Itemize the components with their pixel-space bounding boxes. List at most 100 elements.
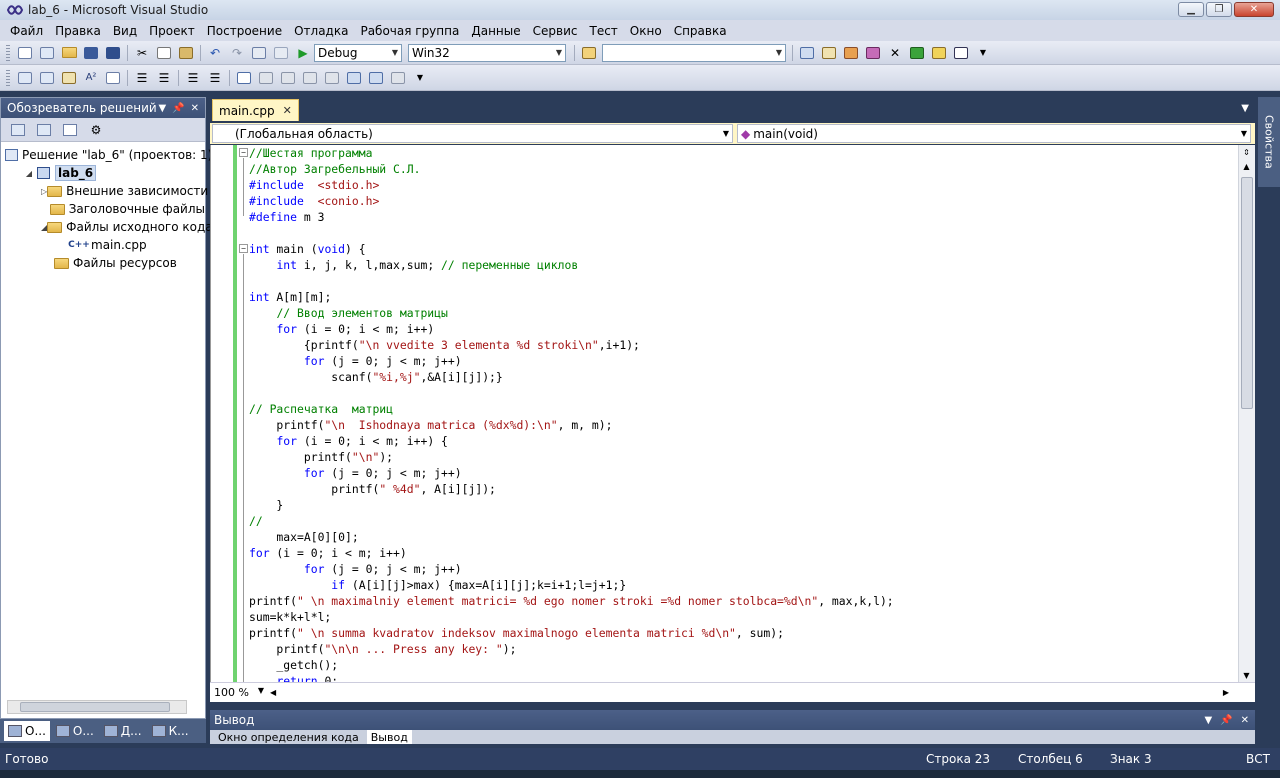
tab-solution-explorer[interactable]: О...	[4, 721, 50, 741]
tools-icon[interactable]: ✕	[885, 44, 905, 62]
close-tab-icon[interactable]: ✕	[283, 104, 292, 117]
tree-node[interactable]: C++ main.cpp	[1, 236, 205, 254]
scroll-left-icon[interactable]: ◀	[270, 688, 276, 697]
find-in-files-icon[interactable]	[579, 44, 599, 62]
find-combo[interactable]: ▼	[602, 43, 786, 62]
panel-dropdown-icon[interactable]: ▼	[1204, 715, 1212, 726]
comment-lines-icon[interactable]: ☰	[183, 69, 203, 87]
tree-node[interactable]: ◢ Файлы исходного кода	[1, 218, 213, 236]
uncomment-lines-icon[interactable]: ☰	[205, 69, 225, 87]
navigate-forward-icon[interactable]	[271, 44, 291, 62]
object-browser-icon[interactable]	[841, 44, 861, 62]
menu-file[interactable]: Файл	[4, 24, 49, 38]
toolbar-grip[interactable]	[6, 69, 10, 86]
scope-select[interactable]: (Глобальная область) ▼	[212, 124, 733, 143]
tree-expander-icon[interactable]: ◢	[23, 169, 35, 178]
open-file-icon[interactable]	[59, 44, 79, 62]
start-page-icon[interactable]	[907, 44, 927, 62]
tab-output[interactable]: Вывод	[366, 730, 412, 744]
close-window-button[interactable]: ✕	[1234, 2, 1274, 17]
menu-edit[interactable]: Правка	[49, 24, 107, 38]
restore-button[interactable]: ❐	[1206, 2, 1232, 17]
display-word-icon[interactable]	[103, 69, 123, 87]
new-project-icon[interactable]	[15, 44, 35, 62]
pin-icon[interactable]: 📌	[1220, 715, 1232, 726]
refresh-icon[interactable]	[35, 122, 53, 138]
menu-build[interactable]: Построение	[201, 24, 288, 38]
quick-info-icon[interactable]	[59, 69, 79, 87]
close-panel-icon[interactable]: ✕	[191, 103, 199, 114]
menu-tools[interactable]: Сервис	[527, 24, 584, 38]
tab-property-manager[interactable]: Д...	[100, 721, 146, 741]
tree-node[interactable]: ▷ Внешние зависимости	[1, 182, 208, 200]
increase-indent-icon[interactable]: ☰	[154, 69, 174, 87]
toolbox-icon[interactable]	[863, 44, 883, 62]
toolbar-options-icon[interactable]: ▼	[973, 44, 993, 62]
solution-platform-select[interactable]: Win32 ▼	[408, 43, 566, 62]
vertical-scrollbar[interactable]: ⇕ ▲ ▼	[1238, 145, 1255, 682]
zoom-select[interactable]: 100 % ▼	[210, 686, 268, 699]
copy-icon[interactable]	[154, 44, 174, 62]
menu-help[interactable]: Справка	[668, 24, 733, 38]
menu-team[interactable]: Рабочая группа	[354, 24, 465, 38]
solution-explorer-icon[interactable]	[797, 44, 817, 62]
scroll-right-icon[interactable]: ▶	[1223, 688, 1229, 697]
solution-configuration-select[interactable]: Debug ▼	[314, 43, 402, 62]
start-debugging-icon[interactable]: ▶	[293, 44, 313, 62]
save-all-icon[interactable]	[103, 44, 123, 62]
properties-window-icon[interactable]	[819, 44, 839, 62]
navigate-backward-icon[interactable]	[249, 44, 269, 62]
menu-window[interactable]: Окно	[624, 24, 668, 38]
toggle-bookmark-icon[interactable]	[234, 69, 254, 87]
clear-bookmarks-icon[interactable]	[388, 69, 408, 87]
horizontal-scrollbar[interactable]	[7, 700, 187, 714]
tree-node[interactable]: Файлы ресурсов	[1, 254, 205, 272]
previous-bookmark-icon[interactable]	[256, 69, 276, 87]
paste-icon[interactable]	[176, 44, 196, 62]
menu-view[interactable]: Вид	[107, 24, 143, 38]
tab-code-definition-window[interactable]: Окно определения кода	[214, 730, 363, 744]
tab-class-view[interactable]: К...	[148, 721, 193, 741]
save-icon[interactable]	[81, 44, 101, 62]
toolbar-options-icon[interactable]: ▼	[410, 69, 430, 87]
next-bookmark-icon[interactable]	[278, 69, 298, 87]
complete-word-icon[interactable]: A²	[81, 69, 101, 87]
tab-object-browser[interactable]: О...	[52, 721, 98, 741]
previous-bookmark-document-icon[interactable]	[344, 69, 364, 87]
class-view-icon[interactable]	[929, 44, 949, 62]
collapse-region-icon[interactable]: −	[239, 244, 248, 253]
command-window-icon[interactable]	[951, 44, 971, 62]
previous-bookmark-folder-icon[interactable]	[300, 69, 320, 87]
next-bookmark-folder-icon[interactable]	[322, 69, 342, 87]
menu-project[interactable]: Проект	[143, 24, 201, 38]
tree-node[interactable]: Заголовочные файлы	[1, 200, 205, 218]
code-text-area[interactable]: − − //Шестая программа //Автор Загребельн…	[210, 145, 1255, 682]
decrease-indent-icon[interactable]: ☰	[132, 69, 152, 87]
tab-main-cpp[interactable]: main.cpp ✕	[212, 99, 299, 121]
member-list-icon[interactable]	[15, 69, 35, 87]
menu-test[interactable]: Тест	[583, 24, 623, 38]
scroll-thumb[interactable]	[1241, 177, 1253, 409]
parameter-info-icon[interactable]	[37, 69, 57, 87]
split-window-icon[interactable]: ⇕	[1239, 145, 1254, 159]
redo-icon[interactable]: ↷	[227, 44, 247, 62]
undo-icon[interactable]: ↶	[205, 44, 225, 62]
properties-side-tab[interactable]: Свойства	[1258, 97, 1280, 187]
collapse-region-icon[interactable]: −	[239, 148, 248, 157]
minimize-button[interactable]: ▁	[1178, 2, 1204, 17]
menu-data[interactable]: Данные	[465, 24, 526, 38]
tree-node[interactable]: Решение "lab_6" (проектов: 1)	[1, 146, 212, 164]
active-files-dropdown-icon[interactable]: ▼	[1241, 103, 1249, 114]
tree-node[interactable]: ◢ lab_6	[1, 164, 205, 182]
next-bookmark-document-icon[interactable]	[366, 69, 386, 87]
pin-icon[interactable]: 📌	[172, 103, 184, 114]
scroll-down-icon[interactable]: ▼	[1239, 668, 1254, 682]
add-item-icon[interactable]	[37, 44, 57, 62]
scroll-up-icon[interactable]: ▲	[1239, 159, 1254, 173]
view-class-diagram-icon[interactable]: ⚙	[87, 122, 105, 138]
show-all-files-icon[interactable]	[9, 122, 27, 138]
panel-dropdown-icon[interactable]: ▼	[158, 103, 166, 114]
cut-icon[interactable]: ✂	[132, 44, 152, 62]
member-select[interactable]: ◆ main(void) ▼	[737, 124, 1251, 143]
close-panel-icon[interactable]: ✕	[1241, 715, 1249, 726]
